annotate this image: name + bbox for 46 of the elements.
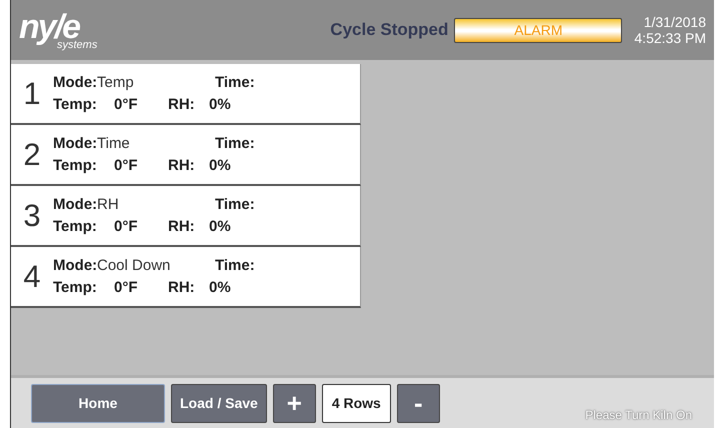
- mode-value: Time: [97, 135, 131, 152]
- cycle-status: Cycle Stopped: [330, 20, 448, 40]
- rh-value: 0%: [209, 96, 231, 113]
- rh-value: 0%: [209, 218, 231, 235]
- rh-value: 0%: [209, 279, 231, 296]
- mode-value: Cool Down: [97, 257, 172, 274]
- temp-label: Temp:: [53, 157, 98, 174]
- time-text: 4:52:33 PM: [634, 30, 706, 46]
- temp-value: 0°F: [114, 279, 139, 296]
- step-row[interactable]: 4 Mode:Cool Down Time: Temp: 0°F RH: 0%: [11, 247, 361, 308]
- mode-label: Mode:: [53, 74, 97, 91]
- add-row-button[interactable]: +: [272, 384, 316, 422]
- step-number: 2: [22, 136, 42, 172]
- mode-label: Mode:: [53, 135, 97, 152]
- mode-value: RH: [97, 196, 120, 213]
- step-row[interactable]: 1 Mode:Temp Time: Temp: 0°F RH: 0%: [11, 64, 361, 125]
- rh-label: RH:: [168, 279, 196, 296]
- date-text: 1/31/2018: [644, 14, 706, 30]
- rh-label: RH:: [168, 157, 196, 174]
- time-label: Time:: [215, 74, 255, 91]
- rh-label: RH:: [168, 218, 196, 235]
- mode-label: Mode:: [53, 196, 97, 213]
- nav-button[interactable]: Home: [31, 384, 165, 422]
- step-row[interactable]: 2 Mode:Time Time: Temp: 0°F RH: 0%: [11, 125, 361, 186]
- temp-value: 0°F: [114, 218, 139, 235]
- rh-value: 0%: [209, 157, 231, 174]
- temp-value: 0°F: [114, 157, 139, 174]
- temp-value: 0°F: [114, 96, 139, 113]
- step-number: 4: [22, 258, 42, 294]
- time-label: Time:: [215, 135, 255, 152]
- temp-label: Temp:: [53, 279, 98, 296]
- mode-label: Mode:: [53, 257, 97, 274]
- step-row[interactable]: 3 Mode:RH Time: Temp: 0°F RH: 0%: [11, 186, 361, 247]
- nav-button[interactable]: Load / Save: [171, 384, 267, 422]
- temp-label: Temp:: [53, 96, 98, 113]
- rh-label: RH:: [168, 96, 196, 113]
- step-number: 3: [22, 198, 42, 234]
- alarm-indicator: ALARM: [454, 18, 622, 42]
- kiln-message: Please Turn Kiln On: [585, 408, 692, 422]
- temp-label: Temp:: [53, 218, 98, 235]
- time-label: Time:: [215, 196, 255, 213]
- step-number: 1: [22, 76, 42, 112]
- remove-row-button[interactable]: -: [396, 384, 440, 422]
- row-count: 4 Rows: [322, 384, 391, 422]
- time-label: Time:: [215, 257, 255, 274]
- mode-value: Temp: [97, 74, 135, 91]
